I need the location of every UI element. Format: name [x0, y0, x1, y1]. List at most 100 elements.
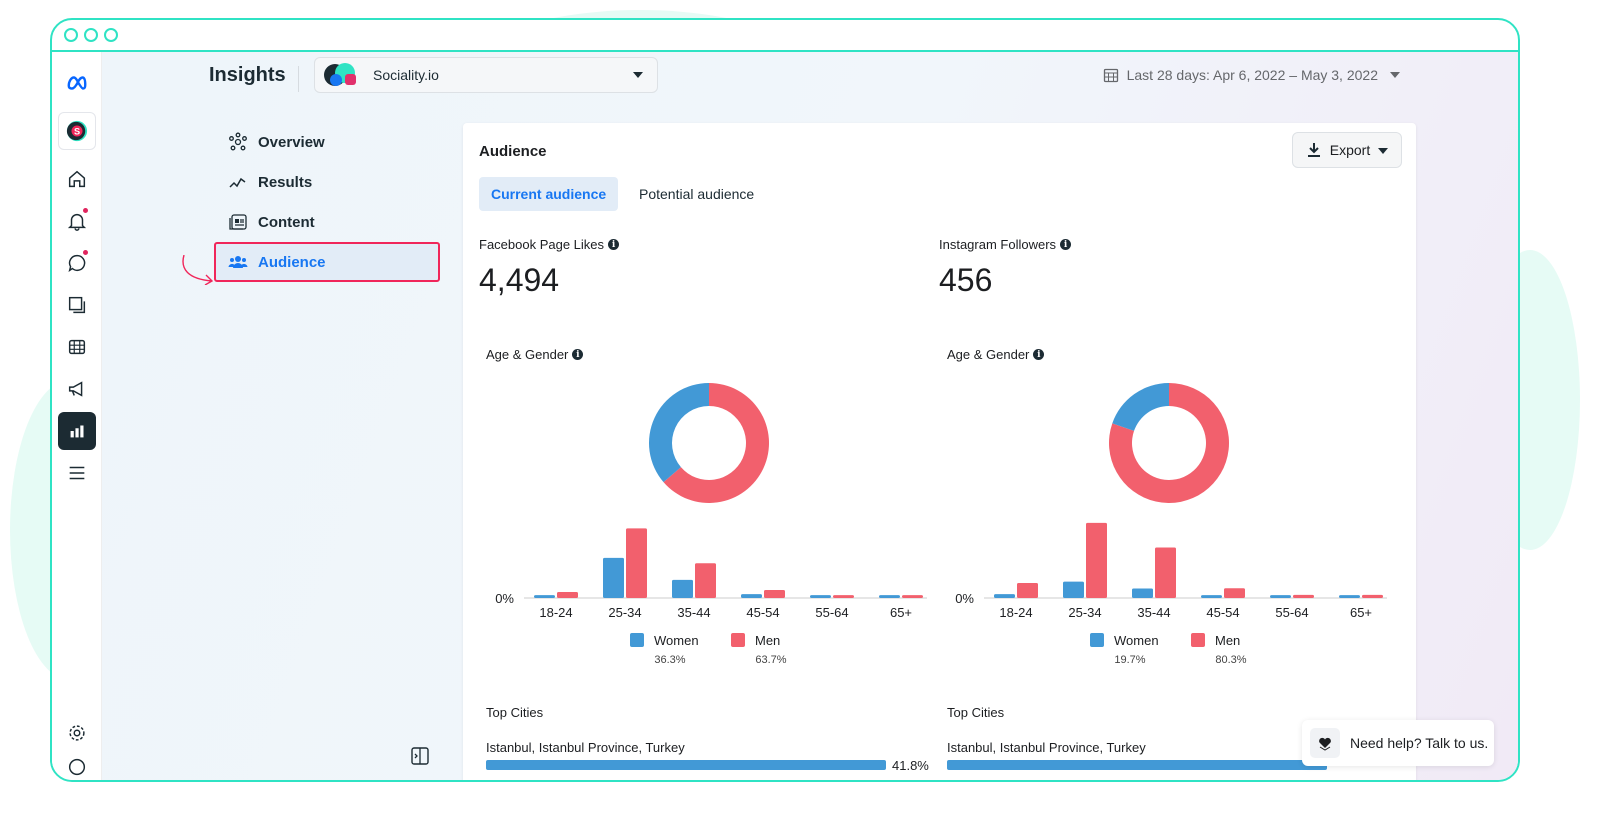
x-tick-label: 65+: [1350, 605, 1372, 620]
chart-title: Age & Gender: [486, 347, 569, 362]
pages-icon[interactable]: [58, 286, 96, 324]
top-cities-heading: Top Cities: [947, 705, 1005, 720]
legend-label: Women: [654, 633, 699, 648]
x-tick-label: 25-34: [608, 605, 641, 620]
nav-item-results[interactable]: Results: [224, 162, 454, 202]
bar-women: [1339, 595, 1360, 598]
svg-text:S: S: [73, 127, 79, 137]
pointer-arrow-annotation: [182, 255, 214, 285]
nav-label: Results: [258, 173, 313, 191]
icon-rail: S: [52, 52, 102, 780]
instagram-followers: Instagram Followers i 456: [939, 237, 1072, 299]
export-button[interactable]: Export: [1292, 132, 1402, 168]
bar-men: [1086, 522, 1107, 598]
help-label: Need help? Talk to us.: [1350, 735, 1489, 751]
info-icon[interactable]: i: [572, 349, 584, 360]
window-maximize-button[interactable]: [104, 28, 118, 42]
audience-icon: [228, 256, 248, 268]
bar-women: [879, 595, 900, 598]
date-range-picker[interactable]: Last 28 days: Apr 6, 2022 – May 3, 2022: [1103, 66, 1400, 83]
x-tick-label: 45-54: [1206, 605, 1239, 620]
results-icon: [229, 177, 246, 188]
content-icon: [229, 214, 247, 230]
help-icon[interactable]: [58, 756, 96, 776]
nav-item-audience[interactable]: Audience: [214, 242, 440, 282]
window-close-button[interactable]: [64, 28, 78, 42]
ads-megaphone-icon[interactable]: [58, 370, 96, 408]
messages-icon[interactable]: [58, 244, 96, 282]
account-name: Sociality.io: [373, 67, 439, 83]
info-icon[interactable]: i: [1033, 349, 1045, 360]
bar-men: [902, 595, 923, 598]
legend-swatch-women: [630, 633, 644, 647]
age-gender-heading: Age & Gender i: [486, 347, 584, 362]
metric-label: Facebook Page Likes: [479, 237, 605, 252]
x-tick-label: 35-44: [677, 605, 710, 620]
info-icon[interactable]: i: [608, 239, 620, 250]
city-name: Istanbul, Istanbul Province, Turkey: [486, 740, 685, 755]
calendar-icon: [1103, 68, 1118, 82]
bar-men: [1293, 594, 1314, 598]
tab-potential-audience[interactable]: Potential audience: [627, 177, 766, 211]
nav-label: Overview: [258, 133, 325, 151]
nav-item-content[interactable]: Content: [224, 202, 454, 242]
notifications-icon[interactable]: [58, 202, 96, 240]
city-name: Istanbul, Istanbul Province, Turkey: [947, 740, 1146, 755]
age-gender-chart-facebook: 0% 18-24 25-34 35-44 45-54 55-64 65+ Women 36.3%…: [495, 383, 927, 666]
divider: [298, 66, 299, 92]
menu-icon[interactable]: [58, 454, 96, 492]
metric-value: 456: [939, 262, 993, 298]
bar-women: [741, 594, 762, 598]
settings-icon[interactable]: [58, 714, 96, 752]
table-icon[interactable]: [58, 328, 96, 366]
window-titlebar: [52, 20, 1518, 52]
legend-label: Men: [755, 633, 780, 648]
bar-men: [1155, 547, 1176, 598]
heart-hands-icon: [1310, 728, 1340, 758]
x-tick-label: 18-24: [999, 605, 1032, 620]
city-share-bar: [947, 760, 1327, 770]
insights-chart-icon[interactable]: [57, 412, 96, 450]
overview-icon: [229, 132, 247, 151]
age-gender-heading: Age & Gender i: [947, 347, 1045, 362]
meta-logo-icon[interactable]: [58, 64, 96, 102]
age-gender-chart-instagram: 0% 18-24 25-34 35-44 45-54 55-64 65+ Women 19.7%…: [955, 383, 1387, 666]
main-area: Insights Sociality.io Last 28 days: Apr …: [102, 52, 1518, 780]
bar-men: [557, 591, 578, 598]
legend-total: 80.3%: [1215, 654, 1246, 666]
x-tick-label: 25-34: [1068, 605, 1101, 620]
bar-men: [1224, 588, 1245, 598]
bar-men: [1017, 582, 1038, 598]
page-title: Insights: [209, 64, 286, 86]
download-icon: [1307, 143, 1320, 157]
window-minimize-button[interactable]: [84, 28, 98, 42]
bar-women: [1132, 588, 1153, 598]
nav-item-overview[interactable]: Overview: [224, 122, 454, 162]
legend-total: 36.3%: [654, 654, 685, 666]
x-tick-label: 65+: [890, 605, 912, 620]
export-label: Export: [1329, 142, 1371, 158]
x-tick-label: 55-64: [815, 605, 848, 620]
help-chat-button[interactable]: Need help? Talk to us.: [1302, 720, 1494, 766]
bar-women: [994, 594, 1015, 598]
home-icon[interactable]: [58, 160, 96, 198]
facebook-page-likes: Facebook Page Likes i 4,494: [479, 237, 620, 299]
account-selector[interactable]: Sociality.io: [314, 57, 658, 93]
metric-value: 4,494: [479, 262, 560, 298]
bar-men: [833, 595, 854, 598]
info-icon[interactable]: i: [1060, 239, 1072, 250]
nav-label: Content: [258, 213, 315, 231]
bar-women: [672, 579, 693, 598]
sociality-avatar[interactable]: S: [57, 112, 96, 150]
collapse-sidebar-button[interactable]: [410, 746, 430, 771]
chevron-down-icon: [1390, 72, 1400, 83]
tab-current-audience[interactable]: Current audience: [479, 177, 619, 211]
bar-women: [1270, 595, 1291, 598]
x-tick-label: 18-24: [539, 605, 572, 620]
legend-swatch-men: [731, 633, 745, 647]
x-tick-label: 35-44: [1137, 605, 1170, 620]
legend-swatch-women: [1090, 633, 1104, 647]
bar-women: [603, 557, 624, 598]
date-range-label: Last 28 days: Apr 6, 2022 – May 3, 2022: [1126, 66, 1378, 83]
donut-slice-women: [1112, 383, 1169, 431]
